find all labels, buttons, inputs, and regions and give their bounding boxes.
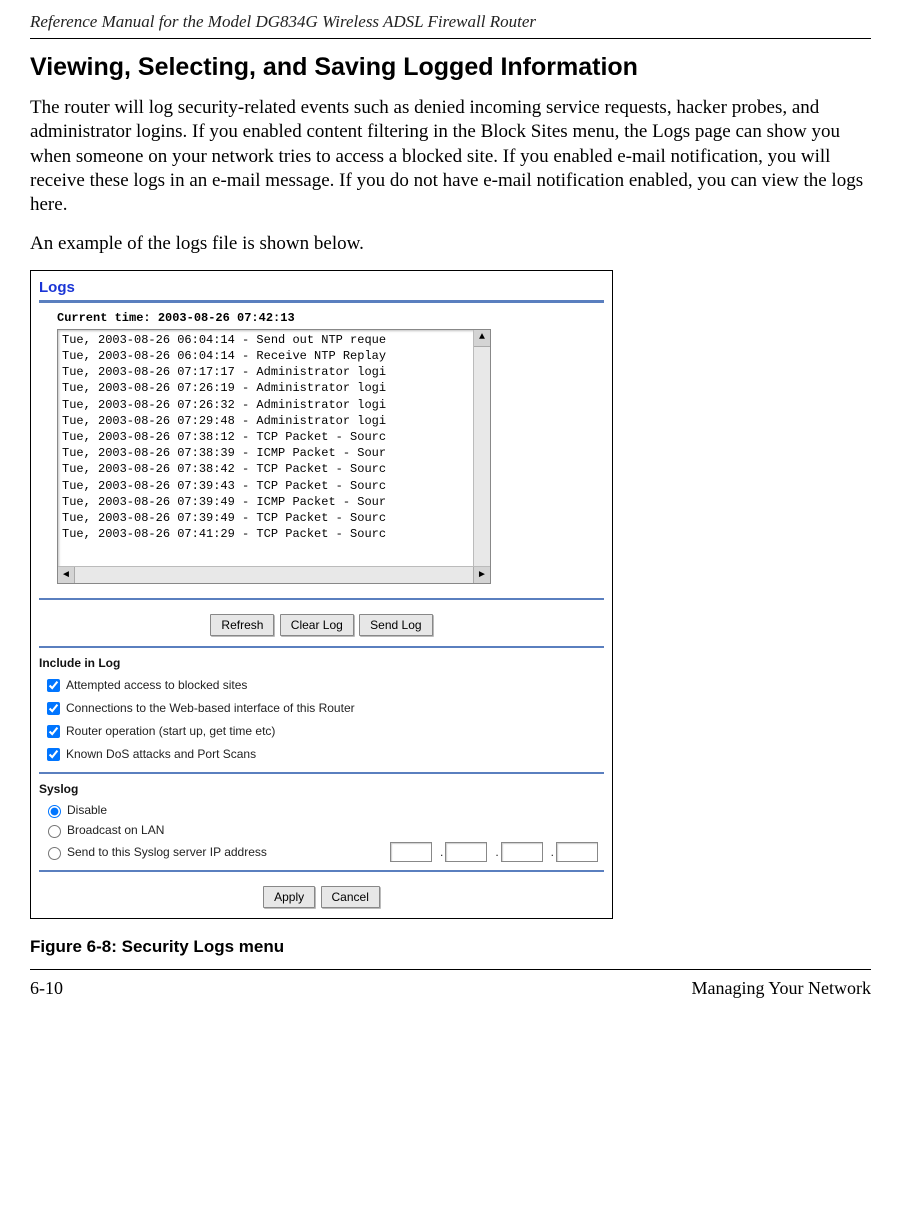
apply-cancel-row: Apply Cancel [39, 880, 604, 912]
include-option-router-operation[interactable]: Router operation (start up, get time etc… [39, 720, 604, 743]
include-option-label: Attempted access to blocked sites [66, 678, 247, 692]
syslog-option-broadcast[interactable]: Broadcast on LAN [39, 820, 604, 840]
log-button-row: Refresh Clear Log Send Log [39, 608, 604, 640]
current-time-label: Current time: 2003-08-26 07:42:13 [57, 311, 604, 325]
send-log-button[interactable]: Send Log [359, 614, 432, 636]
horizontal-scrollbar[interactable]: ◄ ► [58, 566, 490, 583]
clear-log-button[interactable]: Clear Log [280, 614, 354, 636]
syslog-option-sendto[interactable]: Send to this Syslog server IP address . … [39, 840, 604, 864]
syslog-option-label: Disable [67, 803, 107, 817]
checkbox-icon[interactable] [47, 725, 60, 738]
figure-caption: Figure 6-8: Security Logs menu [30, 937, 871, 957]
scroll-up-icon[interactable]: ▲ [474, 330, 490, 347]
scroll-left-icon[interactable]: ◄ [58, 567, 75, 583]
rule [39, 772, 604, 774]
syslog-option-label: Send to this Syslog server IP address [67, 845, 267, 859]
rule [39, 300, 604, 303]
footer-chapter: Managing Your Network [692, 978, 872, 999]
apply-button[interactable]: Apply [263, 886, 315, 908]
body-paragraph-1: The router will log security-related eve… [30, 96, 871, 218]
page-footer: 6-10 Managing Your Network [30, 976, 871, 999]
rule [39, 598, 604, 600]
syslog-option-label: Broadcast on LAN [67, 823, 164, 837]
syslog-label: Syslog [39, 782, 604, 796]
include-option-label: Known DoS attacks and Port Scans [66, 747, 256, 761]
vertical-scrollbar[interactable]: ▲ [473, 330, 490, 566]
figure-logs-screenshot: Logs Current time: 2003-08-26 07:42:13 T… [30, 270, 613, 919]
footer-rule [30, 969, 871, 970]
section-heading: Viewing, Selecting, and Saving Logged In… [30, 53, 871, 82]
body-paragraph-2: An example of the logs file is shown bel… [30, 232, 871, 256]
header-rule [30, 38, 871, 39]
page-number: 6-10 [30, 978, 63, 999]
cancel-button[interactable]: Cancel [321, 886, 380, 908]
refresh-button[interactable]: Refresh [210, 614, 274, 636]
checkbox-icon[interactable] [47, 702, 60, 715]
log-textarea[interactable]: Tue, 2003-08-26 06:04:14 - Send out NTP … [58, 330, 490, 566]
rule [39, 646, 604, 648]
radio-icon[interactable] [48, 825, 61, 838]
include-option-dos-attacks[interactable]: Known DoS attacks and Port Scans [39, 743, 604, 766]
include-option-web-connections[interactable]: Connections to the Web-based interface o… [39, 697, 604, 720]
ip-octet-3[interactable] [501, 842, 543, 862]
rule [39, 870, 604, 872]
radio-icon[interactable] [48, 805, 61, 818]
ip-octet-1[interactable] [390, 842, 432, 862]
checkbox-icon[interactable] [47, 679, 60, 692]
radio-icon[interactable] [48, 847, 61, 860]
panel-title: Logs [39, 279, 604, 296]
running-header: Reference Manual for the Model DG834G Wi… [30, 12, 871, 38]
ip-octet-2[interactable] [445, 842, 487, 862]
include-option-label: Router operation (start up, get time etc… [66, 724, 275, 738]
include-in-log-label: Include in Log [39, 656, 604, 670]
include-option-blocked-sites[interactable]: Attempted access to blocked sites [39, 674, 604, 697]
include-option-label: Connections to the Web-based interface o… [66, 701, 355, 715]
log-textarea-container: Tue, 2003-08-26 06:04:14 - Send out NTP … [57, 329, 491, 584]
syslog-option-disable[interactable]: Disable [39, 800, 604, 820]
syslog-ip-fields: . . . [390, 842, 604, 862]
scroll-right-icon[interactable]: ► [473, 567, 490, 583]
checkbox-icon[interactable] [47, 748, 60, 761]
ip-octet-4[interactable] [556, 842, 598, 862]
